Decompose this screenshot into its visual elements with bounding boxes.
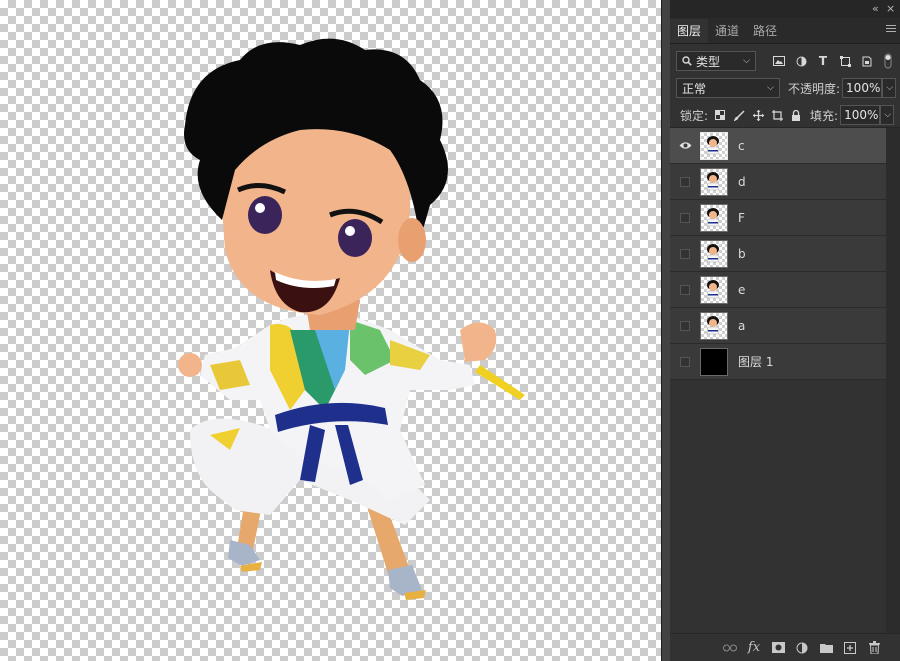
layer-name: c <box>738 138 745 153</box>
layer-name: 图层 1 <box>738 355 774 369</box>
tab-layers[interactable]: 图层 <box>670 19 709 43</box>
filter-row: 类型 ⌵ T <box>670 50 900 72</box>
filter-kind-select[interactable]: 类型 ⌵ <box>676 51 756 71</box>
collapse-icon[interactable]: « <box>872 2 879 15</box>
layer-thumbnail <box>700 167 728 196</box>
visibility-toggle[interactable] <box>670 344 700 380</box>
lock-image-pixels-icon[interactable] <box>733 109 745 121</box>
close-icon[interactable]: × <box>886 2 895 15</box>
filter-toggle-icon[interactable] <box>884 53 892 69</box>
blend-mode-label: 正常 <box>682 81 707 96</box>
layer-row[interactable]: F <box>670 200 886 236</box>
layer-row[interactable]: c <box>670 128 886 164</box>
chevron-down-icon: ⌵ <box>886 83 894 93</box>
delete-layer-trash-icon[interactable] <box>866 640 882 656</box>
layer-row[interactable]: 图层 1 <box>670 344 886 380</box>
layer-name: a <box>738 318 746 333</box>
lock-artboard-icon[interactable] <box>771 109 783 121</box>
filter-shape-icon[interactable] <box>838 55 852 67</box>
filter-pixel-icon[interactable] <box>772 56 786 66</box>
chevron-down-icon: ⌵ <box>884 110 892 120</box>
layer-name: e <box>738 282 746 297</box>
layer-row[interactable]: b <box>670 236 886 272</box>
layer-style-fx-icon[interactable]: fx <box>746 640 762 656</box>
add-mask-icon[interactable] <box>770 640 786 656</box>
filter-smart-object-icon[interactable] <box>860 56 874 67</box>
layer-thumbnail <box>700 203 728 232</box>
lock-transparent-pixels-icon[interactable] <box>714 110 726 120</box>
visibility-toggle[interactable] <box>670 308 700 344</box>
new-group-folder-icon[interactable] <box>818 640 834 656</box>
link-layers-icon[interactable] <box>722 640 738 656</box>
opacity-dropdown[interactable]: ⌵ <box>882 78 897 98</box>
layer-name: d <box>738 174 746 189</box>
character-artwork <box>178 38 525 600</box>
document-canvas[interactable] <box>0 0 661 661</box>
lock-row: 锁定: 填充: 100% ⌵ <box>670 104 900 126</box>
opacity-label: 不透明度: <box>788 81 841 96</box>
visibility-toggle[interactable] <box>670 128 700 164</box>
layers-bottom-toolbar: fx <box>670 633 900 661</box>
layer-list: c d F b e a 图层 1 <box>670 128 900 380</box>
layer-thumbnail <box>700 275 728 304</box>
layer-row[interactable]: d <box>670 164 886 200</box>
new-layer-icon[interactable] <box>842 640 858 656</box>
layer-row[interactable]: a <box>670 308 886 344</box>
layer-thumbnail <box>700 131 728 160</box>
visibility-toggle[interactable] <box>670 164 700 200</box>
layers-panel: « × 图层 通道 路径 类型 ⌵ T 正常 ⌵ 不透明度: 100% ⌵ 锁定… <box>670 0 900 661</box>
adjustment-layer-icon[interactable] <box>794 640 810 656</box>
layer-list-scrollbar[interactable] <box>886 128 900 633</box>
opacity-input[interactable]: 100% <box>842 78 883 98</box>
filter-kind-label: 类型 <box>696 54 721 69</box>
visibility-toggle[interactable] <box>670 200 700 236</box>
panel-divider[interactable] <box>661 0 670 661</box>
layer-thumbnail <box>700 239 728 268</box>
lock-all-icon[interactable] <box>790 109 802 121</box>
lock-position-icon[interactable] <box>752 109 764 121</box>
layer-name: F <box>738 210 745 225</box>
layer-thumbnail <box>700 347 728 376</box>
fill-input[interactable]: 100% <box>840 105 881 125</box>
visibility-toggle[interactable] <box>670 236 700 272</box>
panel-tabs: 图层 通道 路径 <box>670 18 900 44</box>
fill-dropdown[interactable]: ⌵ <box>880 105 895 125</box>
chevron-down-icon: ⌵ <box>743 56 750 66</box>
eye-icon <box>679 142 691 149</box>
layer-row[interactable]: e <box>670 272 886 308</box>
lock-label: 锁定: <box>680 108 709 123</box>
tab-paths[interactable]: 路径 <box>746 19 784 43</box>
tab-channels[interactable]: 通道 <box>708 19 746 43</box>
blend-mode-select[interactable]: 正常 ⌵ <box>676 78 780 98</box>
fill-label: 填充: <box>810 108 839 123</box>
layer-thumbnail <box>700 311 728 340</box>
layer-name: b <box>738 246 746 261</box>
chevron-down-icon: ⌵ <box>767 83 774 93</box>
panel-menu-icon[interactable] <box>886 25 896 35</box>
blend-row: 正常 ⌵ 不透明度: 100% ⌵ <box>670 77 900 99</box>
filter-type-icon[interactable]: T <box>816 54 830 68</box>
search-icon <box>682 56 692 66</box>
visibility-toggle[interactable] <box>670 272 700 308</box>
panel-titlebar: « × <box>670 0 900 18</box>
filter-adjustment-icon[interactable] <box>794 56 808 67</box>
